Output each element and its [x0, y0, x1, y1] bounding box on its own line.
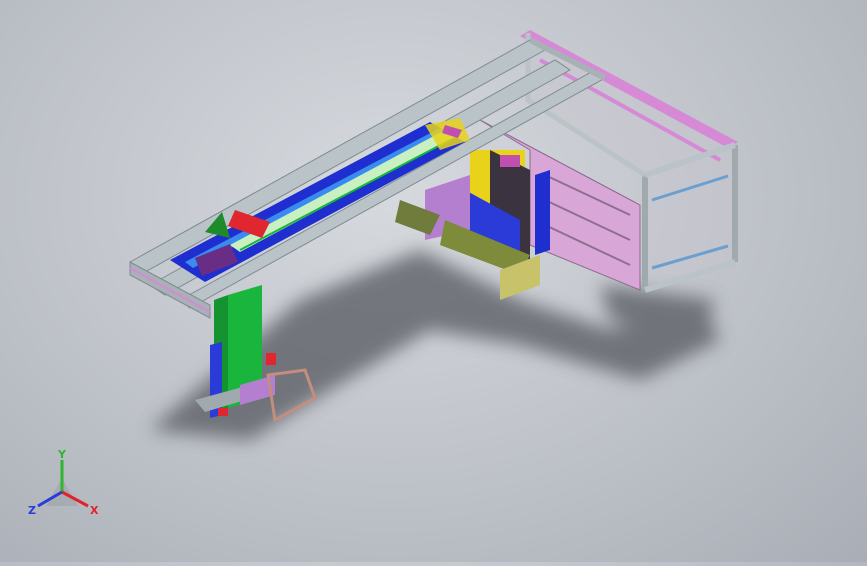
assembly-model[interactable]	[0, 0, 867, 562]
y-axis-label: Y	[57, 448, 67, 461]
x-axis-label: X	[90, 504, 99, 517]
cad-graphics-viewport[interactable]: Y X Z	[0, 0, 867, 562]
axis-triad: Y X Z	[26, 448, 106, 524]
z-axis-label: Z	[28, 504, 36, 517]
triad-graphic: Y X Z	[28, 448, 99, 517]
